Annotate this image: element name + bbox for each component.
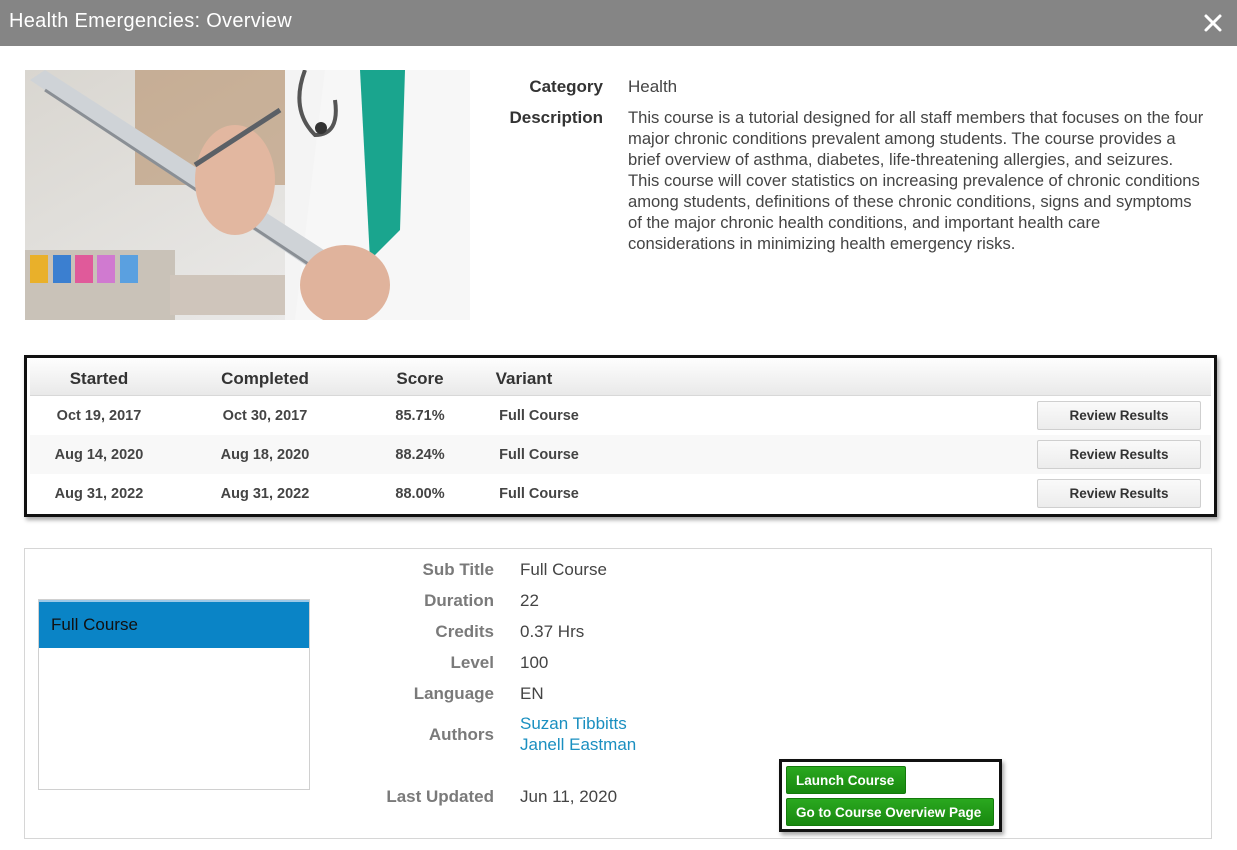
language-value: EN: [520, 684, 544, 703]
author-link[interactable]: Janell Eastman: [520, 735, 636, 755]
dialog-title: Health Emergencies: Overview: [9, 10, 292, 32]
score-cell: 88.00%: [395, 486, 445, 502]
score-cell: 85.71%: [395, 408, 445, 424]
variant-panel: Full Course Sub Title Full Course Durati…: [24, 548, 1212, 839]
sub-title-value: Full Course: [520, 560, 607, 579]
course-image: [25, 70, 470, 320]
review-results-button[interactable]: Review Results: [1037, 479, 1201, 508]
review-results-button[interactable]: Review Results: [1037, 401, 1201, 430]
variant-cell: Full Course: [499, 447, 579, 463]
column-header-score: Score: [396, 369, 444, 388]
column-header-started: Started: [69, 369, 129, 388]
close-icon[interactable]: [1202, 12, 1224, 34]
variant-cell: Full Course: [499, 486, 579, 502]
variant-list-item-full-course[interactable]: Full Course: [39, 600, 309, 648]
credits-label: Credits: [435, 622, 494, 641]
duration-value: 22: [520, 591, 539, 610]
category-label: Category: [529, 77, 603, 96]
started-cell: Aug 31, 2022: [54, 486, 144, 502]
last-updated-label: Last Updated: [386, 787, 494, 806]
completed-cell: Aug 31, 2022: [220, 486, 310, 502]
variant-cell: Full Course: [499, 408, 579, 424]
duration-label: Duration: [424, 591, 494, 610]
category-value: Health: [628, 77, 678, 96]
sub-title-label: Sub Title: [422, 560, 494, 579]
started-cell: Oct 19, 2017: [56, 408, 142, 424]
started-cell: Aug 14, 2020: [54, 447, 144, 463]
score-cell: 88.24%: [395, 447, 445, 463]
column-header-completed: Completed: [221, 369, 309, 388]
launch-course-button[interactable]: Launch Course: [786, 766, 906, 794]
completed-cell: Oct 30, 2017: [222, 408, 308, 424]
course-overview-page-button[interactable]: Go to Course Overview Page: [786, 798, 994, 826]
credits-value: 0.37 Hrs: [520, 622, 585, 641]
last-updated-value: Jun 11, 2020: [520, 787, 618, 806]
attempts-table: Started Completed Score Variant Oct 19, …: [24, 355, 1217, 517]
attempts-table-header: Started Completed Score Variant: [30, 360, 1211, 396]
completed-cell: Aug 18, 2020: [220, 447, 310, 463]
dialog-titlebar: Health Emergencies: Overview: [0, 0, 1237, 46]
course-description: This course is a tutorial designed for a…: [628, 108, 1204, 253]
table-row: Oct 19, 2017 Oct 30, 2017 85.71% Full Co…: [30, 396, 1211, 435]
authors-label: Authors: [428, 725, 494, 744]
level-label: Level: [450, 653, 494, 672]
column-header-variant: Variant: [495, 369, 553, 388]
table-row: Aug 31, 2022 Aug 31, 2022 88.00% Full Co…: [30, 474, 1211, 513]
variant-list: Full Course: [38, 599, 310, 790]
description-label: Description: [509, 108, 603, 127]
table-row: Aug 14, 2020 Aug 18, 2020 88.24% Full Co…: [30, 435, 1211, 474]
review-results-button[interactable]: Review Results: [1037, 440, 1201, 469]
launch-actions: Launch Course Go to Course Overview Page: [779, 759, 1002, 832]
variant-list-item-label: Full Course: [51, 615, 138, 634]
author-link[interactable]: Suzan Tibbitts: [520, 714, 627, 734]
language-label: Language: [413, 684, 494, 703]
level-value: 100: [520, 653, 549, 672]
